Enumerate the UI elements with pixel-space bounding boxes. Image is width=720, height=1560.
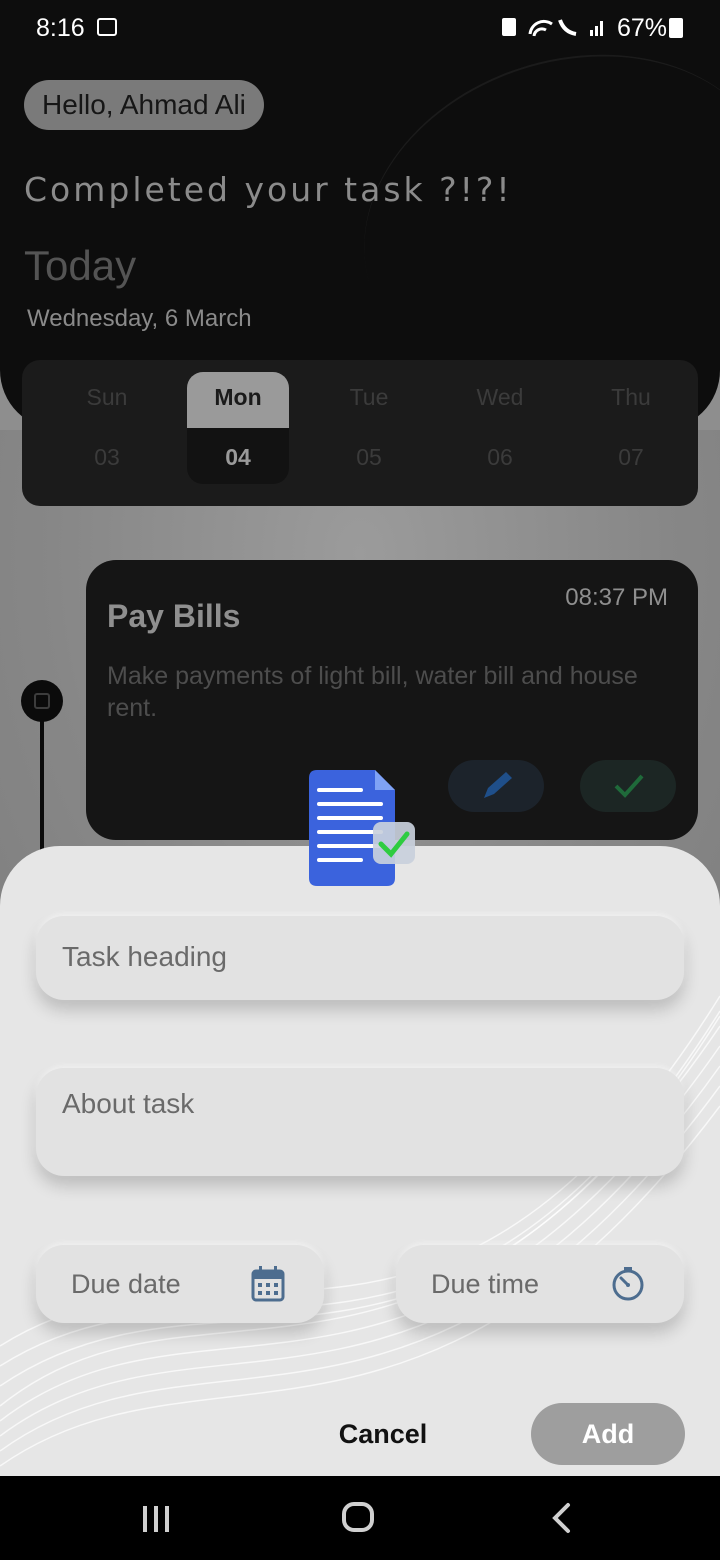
calendar-icon[interactable]	[250, 1265, 286, 1303]
day-name: Wed	[476, 384, 524, 410]
about-task-input[interactable]: About task	[36, 1068, 684, 1176]
wifi-icon	[502, 18, 603, 37]
day-name: Sun	[86, 384, 128, 410]
task-document-icon	[309, 770, 415, 886]
task-time: 08:37 PM	[565, 584, 668, 611]
status-bar: 8:16 67%	[0, 0, 720, 56]
timeline-calendar-icon	[21, 680, 63, 722]
back-icon[interactable]	[548, 1502, 576, 1534]
battery-percent: 67%	[617, 14, 668, 42]
edit-task-button[interactable]	[448, 760, 544, 812]
day-tue[interactable]: Tue 05	[318, 372, 420, 484]
day-date: 03	[94, 444, 120, 470]
day-date: 06	[487, 444, 513, 470]
screen: 8:16 67% Hello, Ahmad Ali Completed your…	[0, 0, 720, 1560]
cancel-button[interactable]: Cancel	[330, 1404, 436, 1464]
check-icon	[614, 774, 644, 798]
due-date-field[interactable]: Due date	[36, 1245, 324, 1323]
due-time-field[interactable]: Due time	[396, 1245, 684, 1323]
due-time-placeholder: Due time	[431, 1269, 540, 1299]
gallery-notification-icon	[97, 18, 117, 36]
home-icon[interactable]	[342, 1502, 374, 1532]
day-name: Mon	[214, 384, 262, 410]
pencil-icon	[484, 772, 512, 798]
day-wed[interactable]: Wed 06	[449, 372, 551, 484]
day-date: 07	[618, 444, 644, 470]
add-button[interactable]: Add	[531, 1403, 685, 1465]
recent-apps-icon[interactable]	[143, 1506, 173, 1532]
day-name: Tue	[349, 384, 389, 410]
week-strip: Sun 03 Mon 04 Tue 05 Wed 06 Thu 07	[22, 360, 698, 506]
timer-icon[interactable]	[610, 1265, 646, 1303]
task-heading-input[interactable]: Task heading	[36, 916, 684, 1000]
task-title: Pay Bills	[107, 598, 241, 634]
due-date-placeholder: Due date	[71, 1269, 181, 1299]
day-date: 04	[225, 444, 251, 470]
about-task-placeholder: About task	[62, 1088, 195, 1119]
today-label: Today	[24, 242, 137, 289]
battery-icon	[669, 18, 683, 38]
day-name: Thu	[611, 384, 651, 410]
greeting-chip: Hello, Ahmad Ali	[24, 80, 264, 130]
day-sun[interactable]: Sun 03	[56, 372, 158, 484]
status-time: 8:16	[36, 14, 85, 42]
complete-task-button[interactable]	[580, 760, 676, 812]
day-mon[interactable]: Mon 04	[187, 372, 289, 484]
task-description: Make payments of light bill, water bill …	[107, 662, 638, 722]
date-line: Wednesday, 6 March	[27, 305, 252, 332]
day-date: 05	[356, 444, 382, 470]
headline: Completed your task ?!?!	[24, 170, 513, 209]
connectivity-icons	[500, 14, 610, 46]
task-heading-placeholder: Task heading	[62, 941, 228, 972]
system-nav-bar	[0, 1476, 720, 1560]
day-thu[interactable]: Thu 07	[580, 372, 682, 484]
timeline-line	[40, 720, 44, 860]
